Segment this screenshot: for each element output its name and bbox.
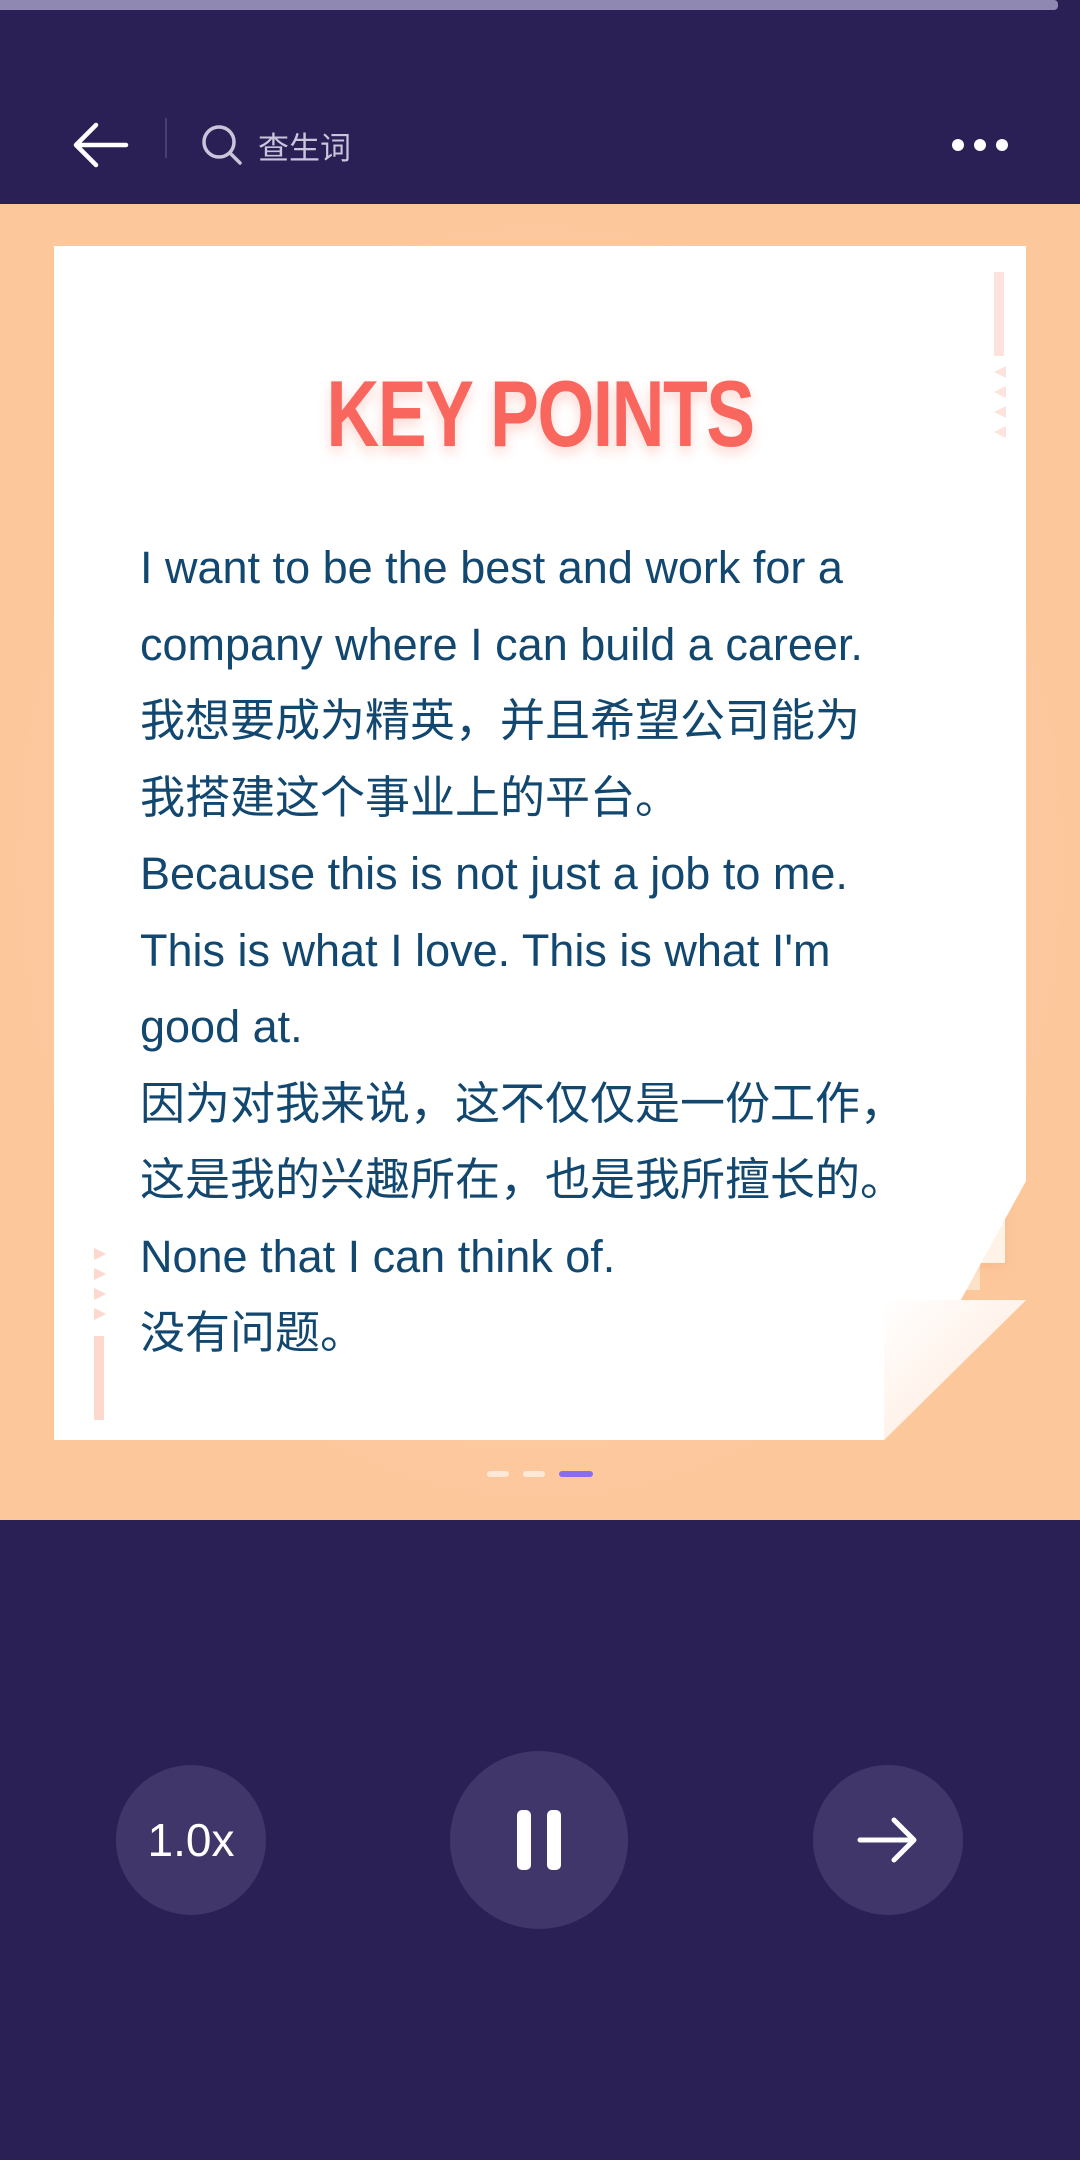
page-dot[interactable] xyxy=(487,1471,509,1477)
word-lookup-label: 查生词 xyxy=(258,130,351,166)
text-line: None that I can think of. xyxy=(140,1230,616,1282)
decorative-bar-left xyxy=(94,1336,104,1420)
search-icon xyxy=(202,125,242,165)
card-body-text: I want to be the best and work for a com… xyxy=(140,530,950,1372)
text-line: 我搭建这个事业上的平台。 xyxy=(140,771,681,823)
text-line: I want to be the best and work for a xyxy=(140,542,843,593)
arrow-right-icon xyxy=(857,1817,917,1863)
page-indicator xyxy=(0,1471,1080,1479)
decorative-triangles xyxy=(994,366,1006,438)
playback-speed-button[interactable]: 1.0x xyxy=(116,1765,266,1915)
playback-speed-label: 1.0x xyxy=(147,1814,235,1866)
playback-controls: 1.0x xyxy=(0,1520,1080,2160)
card-title: KEY POINTS xyxy=(326,361,755,466)
text-line: 因为对我来说，这不仅仅是一份工作， xyxy=(140,1077,906,1129)
page-dot-active[interactable] xyxy=(559,1471,593,1477)
more-button[interactable] xyxy=(940,110,1020,180)
decorative-bar xyxy=(994,272,1004,356)
text-line: 我想要成为精英，并且希望公司能为 xyxy=(140,695,861,746)
pause-icon xyxy=(517,1810,561,1870)
text-line: This is what I love. This is what I'm xyxy=(140,924,831,976)
header-divider xyxy=(165,118,167,158)
playback-progress-bar xyxy=(0,0,1080,10)
word-lookup-button[interactable]: 查生词 xyxy=(200,110,351,180)
arrow-left-icon xyxy=(73,122,129,168)
decorative-triangles-left xyxy=(94,1248,106,1320)
pause-button[interactable] xyxy=(450,1751,628,1929)
text-line: Because this is not just a job to me. xyxy=(140,848,848,899)
top-bar: 查生词 xyxy=(0,10,1080,204)
text-line: 没有问题。 xyxy=(140,1307,366,1358)
text-line: company where I can build a career. xyxy=(140,618,863,670)
text-line: good at. xyxy=(140,1001,303,1052)
more-horizontal-icon xyxy=(947,139,1013,151)
next-button[interactable] xyxy=(813,1765,963,1915)
text-line: 这是我的兴趣所在，也是我所擅长的。 xyxy=(140,1154,906,1205)
playback-progress-fill xyxy=(0,0,1059,10)
page-dot[interactable] xyxy=(523,1471,545,1477)
back-button[interactable] xyxy=(60,110,140,180)
